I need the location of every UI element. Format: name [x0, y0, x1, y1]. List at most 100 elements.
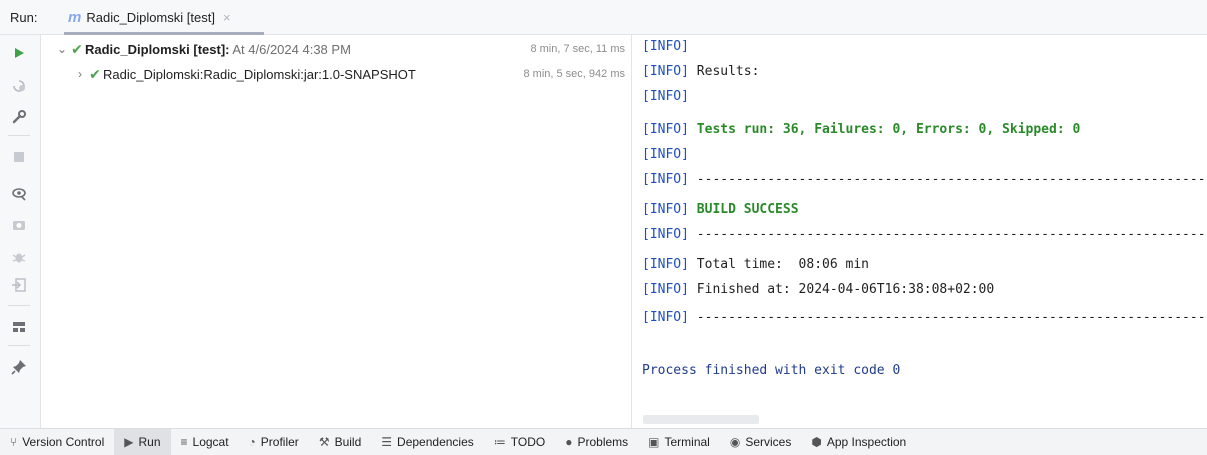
console-line: [INFO] BUILD SUCCESS — [642, 198, 799, 221]
tree-item-label: Radic_Diplomski [test]: At 4/6/2024 4:38… — [85, 42, 351, 57]
profiler-icon: ◔ — [248, 435, 256, 449]
console-line: [INFO] Total time: 08:06 min — [642, 253, 869, 276]
info-tag: [INFO] — [642, 310, 689, 325]
tab-label: Terminal — [664, 435, 710, 449]
toolbar-separator — [8, 135, 30, 136]
run-toolwindow-header: Run: m Radic_Diplomski [test] × — [0, 0, 1207, 35]
separator-text: ----------------------------------------… — [688, 227, 1207, 242]
wrench-icon[interactable] — [9, 107, 29, 127]
run-toolbar — [0, 35, 41, 428]
maven-icon: m — [68, 8, 81, 26]
layout-icon[interactable] — [9, 317, 29, 337]
run-icon: ▶ — [124, 435, 134, 449]
rerun-failed-icon[interactable] — [9, 75, 29, 95]
check-icon: ✔ — [71, 40, 83, 57]
info-tag: [INFO] — [642, 147, 689, 162]
console-line: [INFO] Finished at: 2024-04-06T16:38:08+… — [642, 278, 994, 301]
duration-label: 8 min, 5 sec, 942 ms — [523, 68, 626, 80]
separator-text: ----------------------------------------… — [688, 310, 1207, 325]
tab-todo[interactable]: ≔ TODO — [484, 429, 555, 455]
info-tag: [INFO] — [642, 257, 689, 272]
total-time-text: Total time: 08:06 min — [688, 257, 869, 272]
play-icon[interactable] — [9, 43, 29, 63]
tab-label: Dependencies — [397, 435, 474, 449]
toolbar-separator — [8, 305, 30, 306]
tab-label: Run — [138, 435, 161, 449]
separator-text: ----------------------------------------… — [688, 172, 1207, 187]
tab-label: Services — [745, 435, 792, 449]
build-success-text: BUILD SUCCESS — [688, 202, 799, 217]
tab-label: Profiler — [260, 435, 299, 449]
console-line: [INFO] ---------------------------------… — [642, 223, 1207, 246]
line-text: Results: — [688, 64, 760, 79]
chevron-right-icon[interactable]: › — [73, 67, 87, 81]
horizontal-scrollbar[interactable] — [643, 415, 759, 424]
console-line: [INFO] Tests run: 36, Failures: 0, Error… — [642, 118, 1080, 141]
root-timestamp: At 4/6/2024 4:38 PM — [229, 41, 351, 57]
console-line: [INFO] — [642, 143, 689, 166]
app-inspection-icon: ⬢ — [811, 435, 822, 449]
console-line: [INFO] ---------------------------------… — [642, 306, 1207, 329]
exit-message: Process finished with exit code 0 — [642, 363, 901, 378]
info-tag: [INFO] — [642, 227, 689, 242]
version-control-icon: ⑂ — [10, 435, 18, 449]
tab-terminal[interactable]: ▣ Terminal — [638, 429, 720, 455]
toolbar-separator — [8, 345, 30, 346]
bug-icon[interactable] — [9, 247, 29, 267]
problems-icon: ● — [565, 435, 573, 449]
close-icon[interactable]: × — [223, 10, 231, 25]
tab-run[interactable]: ▶ Run — [114, 429, 171, 455]
tab-version-control[interactable]: ⑂ Version Control — [0, 429, 114, 455]
terminal-icon: ▣ — [648, 435, 660, 449]
tree-row-child[interactable]: › ✔ Radic_Diplomski:Radic_Diplomski:jar:… — [41, 63, 631, 85]
console-output[interactable]: [INFO] [INFO] Results: [INFO] [INFO] Tes… — [632, 35, 1207, 428]
tool-window-bar: ⑂ Version Control ▶ Run ≡ Logcat ◔ Profi… — [0, 428, 1207, 455]
import-icon[interactable] — [9, 275, 29, 295]
console-line: [INFO] Results: — [642, 60, 759, 83]
tab-logcat[interactable]: ≡ Logcat — [171, 429, 239, 455]
tab-label: Build — [334, 435, 362, 449]
pin-icon[interactable] — [9, 357, 29, 377]
tab-label: Logcat — [192, 435, 229, 449]
camera-icon[interactable] — [9, 215, 29, 235]
info-tag: [INFO] — [642, 282, 689, 297]
tab-label: Problems — [577, 435, 629, 449]
console-line: [INFO] — [642, 35, 689, 58]
info-tag: [INFO] — [642, 122, 689, 137]
tab-label: Version Control — [22, 435, 105, 449]
root-name: Radic_Diplomski [test]: — [85, 41, 230, 57]
tab-dependencies[interactable]: ☰ Dependencies — [371, 429, 484, 455]
tab-profiler[interactable]: ◔ Profiler — [239, 429, 309, 455]
chevron-down-icon[interactable]: ⌄ — [55, 42, 69, 56]
tab-problems[interactable]: ● Problems — [555, 429, 638, 455]
console-line: [INFO] — [642, 85, 689, 108]
stop-icon[interactable] — [9, 147, 29, 167]
finished-at-text: Finished at: 2024-04-06T16:38:08+02:00 — [688, 282, 995, 297]
info-tag: [INFO] — [642, 172, 689, 187]
info-tag: [INFO] — [642, 89, 689, 104]
run-label: Run: — [10, 10, 38, 25]
duration-label: 8 min, 7 sec, 11 ms — [530, 43, 625, 55]
services-icon: ◉ — [729, 435, 741, 449]
tree-item-label: Radic_Diplomski:Radic_Diplomski:jar:1.0-… — [103, 66, 416, 82]
tab-label: TODO — [510, 435, 546, 449]
dependencies-icon: ☰ — [381, 435, 393, 449]
build-icon: ⚒ — [318, 435, 330, 449]
console-line: [INFO] ---------------------------------… — [642, 168, 1207, 191]
tree-row-root[interactable]: ⌄ ✔ Radic_Diplomski [test]: At 4/6/2024 … — [41, 38, 631, 60]
info-tag: [INFO] — [642, 39, 689, 54]
eye-icon[interactable] — [9, 183, 29, 203]
tab-app-inspection[interactable]: ⬢ App Inspection — [801, 429, 916, 455]
info-tag: [INFO] — [642, 202, 689, 217]
tab-label: App Inspection — [826, 435, 907, 449]
todo-icon: ≔ — [493, 435, 506, 449]
tab-title: Radic_Diplomski [test] — [86, 9, 215, 25]
logcat-icon: ≡ — [180, 435, 188, 449]
tab-radic-diplomski-test[interactable]: m Radic_Diplomski [test] × — [64, 0, 264, 35]
test-summary-text: Tests run: 36, Failures: 0, Errors: 0, S… — [688, 122, 1081, 137]
tab-services[interactable]: ◉ Services — [720, 429, 802, 455]
test-results-tree: ⌄ ✔ Radic_Diplomski [test]: At 4/6/2024 … — [41, 35, 632, 428]
tab-build[interactable]: ⚒ Build — [309, 429, 371, 455]
info-tag: [INFO] — [642, 64, 689, 79]
check-icon: ✔ — [89, 65, 101, 82]
